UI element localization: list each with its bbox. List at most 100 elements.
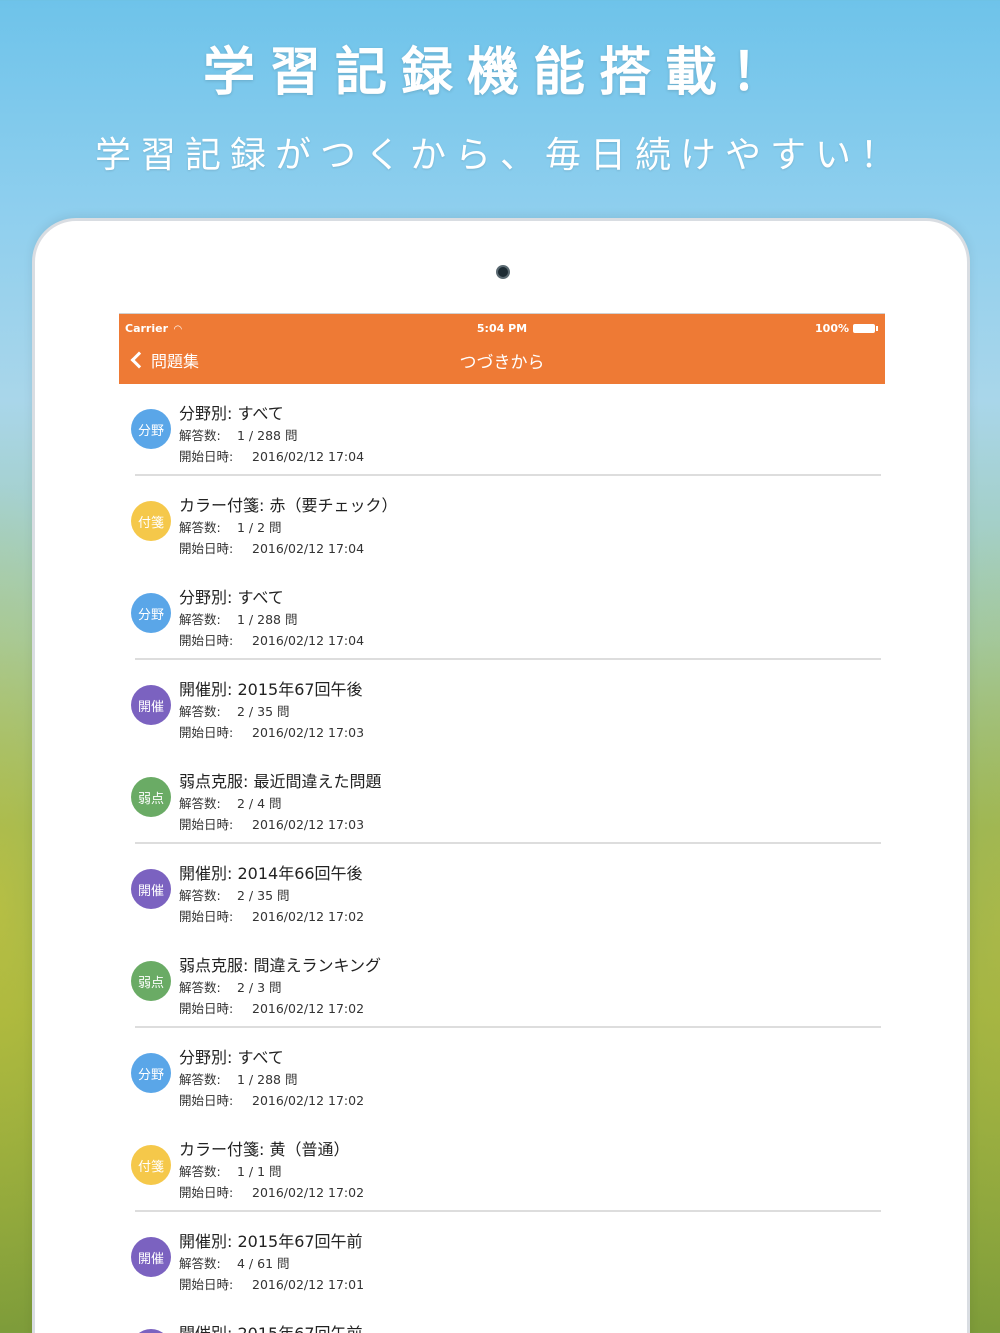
item-title: 開催別: 2015年67回午前 <box>179 1232 363 1251</box>
answered-value: 1 / 288 問 <box>237 428 298 443</box>
started-label: 開始日時: <box>179 449 234 464</box>
answered-label: 解答数: <box>179 1164 221 1179</box>
category-badge: 開催 <box>131 685 171 725</box>
started-label: 開始日時: <box>179 541 234 556</box>
answered-line: 解答数: 4 / 61 問 <box>179 1253 290 1272</box>
started-line: 開始日時: 2016/02/12 17:02 <box>179 1090 364 1109</box>
started-value: 2016/02/12 17:04 <box>252 449 365 464</box>
category-badge: 分野 <box>131 1053 171 1093</box>
answered-value: 1 / 1 問 <box>237 1164 282 1179</box>
started-value: 2016/02/12 17:02 <box>252 1001 365 1016</box>
started-value: 2016/02/12 17:02 <box>252 1093 365 1108</box>
started-value: 2016/02/12 17:03 <box>252 725 365 740</box>
answered-line: 解答数: 1 / 2 問 <box>179 517 282 536</box>
list-item[interactable]: 分野 分野別: すべて 解答数: 1 / 288 問開始日時: 2016/02/12 1… <box>119 1028 885 1120</box>
hero-title: 学習記録機能搭載！ <box>202 43 797 103</box>
category-badge: 付箋 <box>131 501 171 541</box>
item-title: 分野別: すべて <box>179 588 284 607</box>
category-badge: 分野 <box>131 593 171 633</box>
answered-line: 解答数: 2 / 35 問 <box>179 885 290 904</box>
item-title: カラー付箋: 黄（普通） <box>179 1140 350 1159</box>
history-list: 分野 分野別: すべて 解答数: 1 / 288 問開始日時: 2016/02/12 1… <box>119 384 885 1333</box>
started-label: 開始日時: <box>179 817 234 832</box>
answered-line: 解答数: 1 / 288 問 <box>179 425 297 444</box>
category-badge: 開催 <box>131 1329 171 1333</box>
started-line: 開始日時: 2016/02/12 17:02 <box>179 1182 364 1201</box>
item-title: 弱点克服: 間違えランキング <box>179 956 381 975</box>
answered-value: 2 / 35 問 <box>237 888 290 903</box>
started-line: 開始日時: 2016/02/12 17:02 <box>179 906 364 925</box>
answered-line: 解答数: 2 / 4 問 <box>179 793 282 812</box>
answered-label: 解答数: <box>179 1256 221 1271</box>
started-value: 2016/02/12 17:04 <box>252 633 365 648</box>
status-battery: 100% <box>815 322 878 335</box>
answered-line: 解答数: 1 / 288 問 <box>179 1069 297 1088</box>
started-value: 2016/02/12 17:02 <box>252 1185 365 1200</box>
answered-label: 解答数: <box>179 520 221 535</box>
started-label: 開始日時: <box>179 1093 234 1108</box>
answered-label: 解答数: <box>179 1072 221 1087</box>
answered-value: 1 / 2 問 <box>237 520 282 535</box>
battery-label: 100% <box>815 322 849 335</box>
answered-label: 解答数: <box>179 428 221 443</box>
tablet-frame: Carrier ◠ 5:04 PM 100% 問題集 つづきから 分野 分野別: す… <box>32 218 970 1333</box>
started-line: 開始日時: 2016/02/12 17:03 <box>179 814 364 833</box>
list-item[interactable]: 弱点 弱点克服: 最近間違えた問題解答数: 2 / 4 問開始日時: 2016/02/… <box>119 752 885 844</box>
category-badge: 開催 <box>131 869 171 909</box>
started-value: 2016/02/12 17:01 <box>252 1277 365 1292</box>
answered-label: 解答数: <box>179 704 221 719</box>
started-label: 開始日時: <box>179 1185 234 1200</box>
hero-subtitle: 学習記録がつくから、毎日続けやすい！ <box>94 135 905 176</box>
category-badge: 弱点 <box>131 777 171 817</box>
camera-icon <box>496 265 510 279</box>
started-value: 2016/02/12 17:04 <box>252 541 365 556</box>
nav-title: つづきから <box>459 353 545 373</box>
category-badge: 分野 <box>131 409 171 449</box>
navigation-bar: Carrier ◠ 5:04 PM 100% 問題集 つづきから <box>119 314 885 384</box>
started-line: 開始日時: 2016/02/12 17:04 <box>179 538 364 557</box>
answered-value: 2 / 3 問 <box>237 980 282 995</box>
item-title: 開催別: 2015年67回午前 <box>179 1320 363 1333</box>
list-item[interactable]: 付箋 カラー付箋: 黄（普通） 解答数: 1 / 1 問開始日時: 2016/02/12… <box>119 1120 885 1212</box>
item-title: 開催別: 2014年66回午後 <box>179 864 363 883</box>
category-badge: 付箋 <box>131 1145 171 1185</box>
answered-line: 解答数: 2 / 3 問 <box>179 977 282 996</box>
answered-label: 解答数: <box>179 796 221 811</box>
item-title: 開催別: 2015年67回午後 <box>179 680 363 699</box>
answered-value: 1 / 288 問 <box>237 1072 298 1087</box>
list-item[interactable]: 付箋 カラー付箋: 赤（要チェック） 解答数: 1 / 2 問開始日時: 2016/02… <box>119 476 885 568</box>
battery-icon <box>853 324 878 333</box>
answered-value: 4 / 61 問 <box>237 1256 290 1271</box>
started-label: 開始日時: <box>179 909 234 924</box>
answered-value: 2 / 35 問 <box>237 704 290 719</box>
list-item[interactable]: 開催 開催別: 2014年66回午後解答数: 2 / 35 問開始日時: 2016/0… <box>119 844 885 936</box>
started-label: 開始日時: <box>179 725 234 740</box>
list-item[interactable]: 開催 開催別: 2015年67回午後解答数: 2 / 35 問開始日時: 2016/0… <box>119 660 885 752</box>
list-item[interactable]: 開催 開催別: 2015年67回午前 <box>119 1304 885 1333</box>
started-label: 開始日時: <box>179 633 234 648</box>
list-item[interactable]: 分野 分野別: すべて解答数: 1 / 288 問開始日時: 2016/02/12 1… <box>119 384 885 476</box>
started-value: 2016/02/12 17:03 <box>252 817 365 832</box>
category-badge: 開催 <box>131 1237 171 1277</box>
started-label: 開始日時: <box>179 1277 234 1292</box>
started-label: 開始日時: <box>179 1001 234 1016</box>
started-line: 開始日時: 2016/02/12 17:04 <box>179 446 364 465</box>
list-item[interactable]: 分野 分野別: すべて解答数: 1 / 288 問開始日時: 2016/02/12 1… <box>119 568 885 660</box>
item-title: 弱点克服: 最近間違えた問題 <box>179 772 382 791</box>
answered-line: 解答数: 2 / 35 問 <box>179 701 290 720</box>
started-value: 2016/02/12 17:02 <box>252 909 365 924</box>
answered-label: 解答数: <box>179 612 221 627</box>
list-item[interactable]: 弱点 弱点克服: 間違えランキング 解答数: 2 / 3 問開始日時: 2016/02/… <box>119 936 885 1028</box>
list-item[interactable]: 開催 開催別: 2015年67回午前解答数: 4 / 61 問開始日時: 2016/0… <box>119 1212 885 1304</box>
answered-value: 1 / 288 問 <box>237 612 298 627</box>
answered-value: 2 / 4 問 <box>237 796 282 811</box>
answered-label: 解答数: <box>179 888 221 903</box>
answered-line: 解答数: 1 / 1 問 <box>179 1161 282 1180</box>
started-line: 開始日時: 2016/02/12 17:04 <box>179 630 364 649</box>
app-screen: Carrier ◠ 5:04 PM 100% 問題集 つづきから 分野 分野別: す… <box>119 313 885 1333</box>
answered-line: 解答数: 1 / 288 問 <box>179 609 297 628</box>
started-line: 開始日時: 2016/02/12 17:03 <box>179 722 364 741</box>
item-title: カラー付箋: 赤（要チェック） <box>179 496 398 515</box>
item-title: 分野別: すべて <box>179 404 284 423</box>
answered-label: 解答数: <box>179 980 221 995</box>
